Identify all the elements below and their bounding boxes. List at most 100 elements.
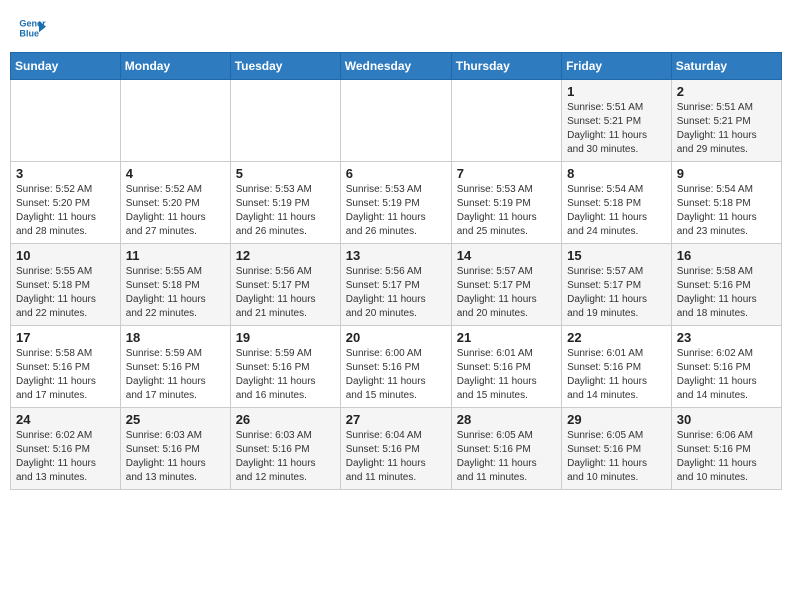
- calendar-cell: 18 Sunrise: 5:59 AM Sunset: 5:16 PM Dayli…: [120, 326, 230, 408]
- calendar-cell: 20 Sunrise: 6:00 AM Sunset: 5:16 PM Dayli…: [340, 326, 451, 408]
- day-number: 17: [16, 330, 115, 345]
- calendar-cell: 16 Sunrise: 5:58 AM Sunset: 5:16 PM Dayli…: [671, 244, 781, 326]
- calendar-week-3: 10 Sunrise: 5:55 AM Sunset: 5:18 PM Dayli…: [11, 244, 782, 326]
- day-info: Sunrise: 5:53 AM Sunset: 5:19 PM Dayligh…: [346, 183, 446, 239]
- day-number: 18: [126, 330, 225, 345]
- calendar-cell: 26 Sunrise: 6:03 AM Sunset: 5:16 PM Dayli…: [230, 408, 340, 490]
- day-number: 19: [236, 330, 335, 345]
- day-info: Sunrise: 5:51 AM Sunset: 5:21 PM Dayligh…: [677, 101, 776, 157]
- calendar-cell: 1Sunrise: 5:51 AM Sunset: 5:21 PM Daylig…: [562, 80, 672, 162]
- day-number: 20: [346, 330, 446, 345]
- day-number: 10: [16, 248, 115, 263]
- day-info: Sunrise: 6:02 AM Sunset: 5:16 PM Dayligh…: [677, 347, 776, 403]
- day-info: Sunrise: 5:59 AM Sunset: 5:16 PM Dayligh…: [236, 347, 335, 403]
- page-header: General Blue: [10, 10, 782, 46]
- calendar-cell: 9 Sunrise: 5:54 AM Sunset: 5:18 PM Daylig…: [671, 162, 781, 244]
- day-number: 7: [457, 166, 556, 181]
- calendar-cell: [11, 80, 121, 162]
- weekday-header-sunday: Sunday: [11, 53, 121, 80]
- day-info: Sunrise: 5:59 AM Sunset: 5:16 PM Dayligh…: [126, 347, 225, 403]
- calendar-cell: 25 Sunrise: 6:03 AM Sunset: 5:16 PM Dayli…: [120, 408, 230, 490]
- calendar-cell: 11 Sunrise: 5:55 AM Sunset: 5:18 PM Dayli…: [120, 244, 230, 326]
- day-info: Sunrise: 5:51 AM Sunset: 5:21 PM Dayligh…: [567, 101, 666, 157]
- day-info: Sunrise: 6:04 AM Sunset: 5:16 PM Dayligh…: [346, 429, 446, 485]
- day-info: Sunrise: 5:53 AM Sunset: 5:19 PM Dayligh…: [457, 183, 556, 239]
- calendar-week-1: 1Sunrise: 5:51 AM Sunset: 5:21 PM Daylig…: [11, 80, 782, 162]
- day-number: 26: [236, 412, 335, 427]
- day-number: 5: [236, 166, 335, 181]
- day-info: Sunrise: 6:02 AM Sunset: 5:16 PM Dayligh…: [16, 429, 115, 485]
- day-info: Sunrise: 5:58 AM Sunset: 5:16 PM Dayligh…: [16, 347, 115, 403]
- calendar-body: 1Sunrise: 5:51 AM Sunset: 5:21 PM Daylig…: [11, 80, 782, 490]
- calendar-cell: 17 Sunrise: 5:58 AM Sunset: 5:16 PM Dayli…: [11, 326, 121, 408]
- calendar-cell: 6 Sunrise: 5:53 AM Sunset: 5:19 PM Daylig…: [340, 162, 451, 244]
- calendar-cell: 24 Sunrise: 6:02 AM Sunset: 5:16 PM Dayli…: [11, 408, 121, 490]
- day-number: 15: [567, 248, 666, 263]
- day-info: Sunrise: 6:06 AM Sunset: 5:16 PM Dayligh…: [677, 429, 776, 485]
- calendar-cell: 22 Sunrise: 6:01 AM Sunset: 5:16 PM Dayli…: [562, 326, 672, 408]
- weekday-header-friday: Friday: [562, 53, 672, 80]
- day-info: Sunrise: 5:56 AM Sunset: 5:17 PM Dayligh…: [346, 265, 446, 321]
- day-info: Sunrise: 5:54 AM Sunset: 5:18 PM Dayligh…: [567, 183, 666, 239]
- calendar-cell: 8Sunrise: 5:54 AM Sunset: 5:18 PM Daylig…: [562, 162, 672, 244]
- day-info: Sunrise: 6:03 AM Sunset: 5:16 PM Dayligh…: [236, 429, 335, 485]
- day-info: Sunrise: 5:57 AM Sunset: 5:17 PM Dayligh…: [567, 265, 666, 321]
- day-number: 29: [567, 412, 666, 427]
- day-number: 22: [567, 330, 666, 345]
- day-info: Sunrise: 6:01 AM Sunset: 5:16 PM Dayligh…: [567, 347, 666, 403]
- weekday-header-saturday: Saturday: [671, 53, 781, 80]
- day-number: 11: [126, 248, 225, 263]
- day-number: 24: [16, 412, 115, 427]
- calendar-cell: [120, 80, 230, 162]
- day-info: Sunrise: 5:52 AM Sunset: 5:20 PM Dayligh…: [16, 183, 115, 239]
- weekday-header-row: SundayMondayTuesdayWednesdayThursdayFrid…: [11, 53, 782, 80]
- day-info: Sunrise: 5:55 AM Sunset: 5:18 PM Dayligh…: [16, 265, 115, 321]
- day-info: Sunrise: 5:52 AM Sunset: 5:20 PM Dayligh…: [126, 183, 225, 239]
- calendar-cell: 21 Sunrise: 6:01 AM Sunset: 5:16 PM Dayli…: [451, 326, 561, 408]
- day-number: 21: [457, 330, 556, 345]
- day-info: Sunrise: 6:05 AM Sunset: 5:16 PM Dayligh…: [567, 429, 666, 485]
- calendar-cell: 7 Sunrise: 5:53 AM Sunset: 5:19 PM Daylig…: [451, 162, 561, 244]
- day-info: Sunrise: 5:58 AM Sunset: 5:16 PM Dayligh…: [677, 265, 776, 321]
- calendar-table: SundayMondayTuesdayWednesdayThursdayFrid…: [10, 52, 782, 490]
- calendar-cell: 19 Sunrise: 5:59 AM Sunset: 5:16 PM Dayli…: [230, 326, 340, 408]
- day-number: 6: [346, 166, 446, 181]
- calendar-cell: 3 Sunrise: 5:52 AM Sunset: 5:20 PM Daylig…: [11, 162, 121, 244]
- day-number: 27: [346, 412, 446, 427]
- day-info: Sunrise: 5:57 AM Sunset: 5:17 PM Dayligh…: [457, 265, 556, 321]
- day-number: 4: [126, 166, 225, 181]
- calendar-cell: 30Sunrise: 6:06 AM Sunset: 5:16 PM Dayli…: [671, 408, 781, 490]
- day-number: 16: [677, 248, 776, 263]
- calendar-cell: 4 Sunrise: 5:52 AM Sunset: 5:20 PM Daylig…: [120, 162, 230, 244]
- day-number: 23: [677, 330, 776, 345]
- day-number: 28: [457, 412, 556, 427]
- day-info: Sunrise: 5:55 AM Sunset: 5:18 PM Dayligh…: [126, 265, 225, 321]
- day-info: Sunrise: 6:00 AM Sunset: 5:16 PM Dayligh…: [346, 347, 446, 403]
- day-info: Sunrise: 5:53 AM Sunset: 5:19 PM Dayligh…: [236, 183, 335, 239]
- calendar-cell: 13Sunrise: 5:56 AM Sunset: 5:17 PM Dayli…: [340, 244, 451, 326]
- calendar-cell: 14 Sunrise: 5:57 AM Sunset: 5:17 PM Dayli…: [451, 244, 561, 326]
- weekday-header-thursday: Thursday: [451, 53, 561, 80]
- day-number: 14: [457, 248, 556, 263]
- calendar-cell: 2 Sunrise: 5:51 AM Sunset: 5:21 PM Daylig…: [671, 80, 781, 162]
- logo: General Blue: [18, 14, 46, 42]
- calendar-cell: 27 Sunrise: 6:04 AM Sunset: 5:16 PM Dayli…: [340, 408, 451, 490]
- day-number: 2: [677, 84, 776, 99]
- day-number: 9: [677, 166, 776, 181]
- calendar-week-5: 24 Sunrise: 6:02 AM Sunset: 5:16 PM Dayli…: [11, 408, 782, 490]
- calendar-cell: 12Sunrise: 5:56 AM Sunset: 5:17 PM Dayli…: [230, 244, 340, 326]
- day-info: Sunrise: 6:03 AM Sunset: 5:16 PM Dayligh…: [126, 429, 225, 485]
- calendar-cell: [230, 80, 340, 162]
- calendar-cell: 29 Sunrise: 6:05 AM Sunset: 5:16 PM Dayli…: [562, 408, 672, 490]
- day-info: Sunrise: 6:05 AM Sunset: 5:16 PM Dayligh…: [457, 429, 556, 485]
- day-info: Sunrise: 5:54 AM Sunset: 5:18 PM Dayligh…: [677, 183, 776, 239]
- calendar-cell: 5 Sunrise: 5:53 AM Sunset: 5:19 PM Daylig…: [230, 162, 340, 244]
- day-number: 25: [126, 412, 225, 427]
- day-info: Sunrise: 6:01 AM Sunset: 5:16 PM Dayligh…: [457, 347, 556, 403]
- calendar-cell: 23 Sunrise: 6:02 AM Sunset: 5:16 PM Dayli…: [671, 326, 781, 408]
- svg-text:Blue: Blue: [19, 28, 39, 38]
- day-number: 3: [16, 166, 115, 181]
- weekday-header-monday: Monday: [120, 53, 230, 80]
- calendar-cell: 10 Sunrise: 5:55 AM Sunset: 5:18 PM Dayli…: [11, 244, 121, 326]
- logo-icon: General Blue: [18, 14, 46, 42]
